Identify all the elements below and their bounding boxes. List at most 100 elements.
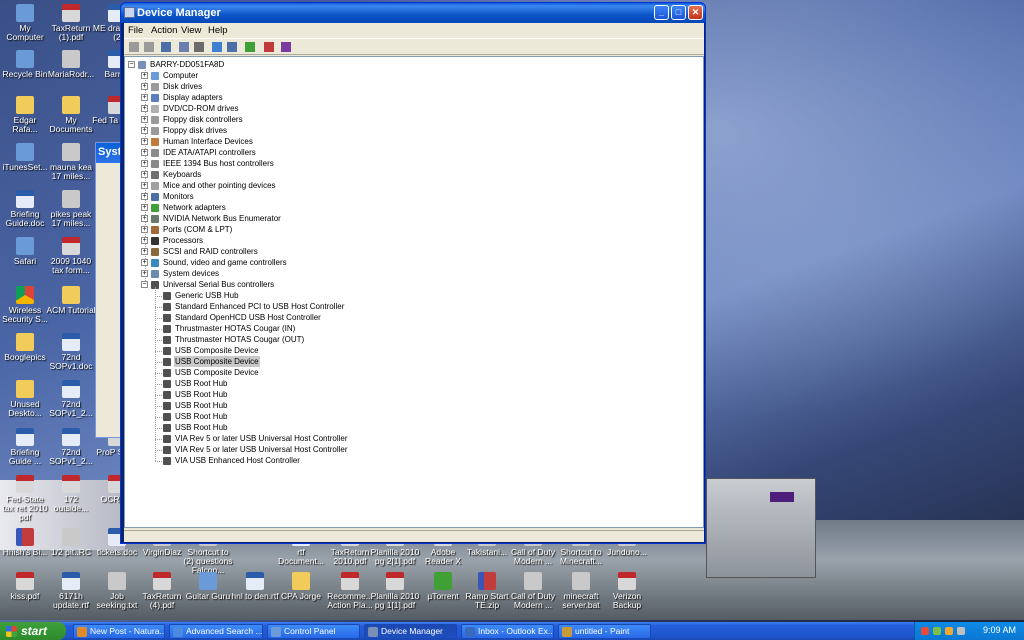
expand-toggle[interactable]: + bbox=[141, 182, 148, 189]
desktop-icon[interactable]: Briefing Guide ... bbox=[0, 428, 50, 466]
uninstall-icon[interactable] bbox=[264, 42, 274, 52]
scan-icon[interactable] bbox=[227, 42, 237, 52]
tray-security-icon[interactable] bbox=[921, 627, 929, 635]
menu-file[interactable]: File bbox=[128, 25, 143, 36]
desktop-icon[interactable]: kiss.pdf bbox=[0, 572, 50, 601]
desktop-icon[interactable]: µTorrent bbox=[418, 572, 468, 601]
desktop-icon[interactable]: Unused Deskto... bbox=[0, 380, 50, 418]
desktop-icon[interactable]: Job seeking.txt bbox=[92, 572, 142, 610]
desktop-icon[interactable]: Guitar Guru bbox=[183, 572, 233, 601]
menu-help[interactable]: Help bbox=[208, 25, 228, 36]
desktop-icon[interactable]: 72nd SOPv1_2... bbox=[46, 380, 96, 418]
desktop-icon[interactable]: TaxReturn (4).pdf bbox=[137, 572, 187, 610]
disable-icon[interactable] bbox=[281, 42, 291, 52]
desktop-icon[interactable]: My Documents bbox=[46, 96, 96, 134]
desktop-icon[interactable]: minecraft server.bat bbox=[556, 572, 606, 610]
minimize-button[interactable]: _ bbox=[654, 5, 669, 20]
desktop-icon[interactable]: 6171h update.rtf bbox=[46, 572, 96, 610]
desktop-icon[interactable]: Ramp Start TE.zip bbox=[462, 572, 512, 610]
desktop-icon[interactable]: pikes peak 17 miles... bbox=[46, 190, 96, 228]
desktop-icon[interactable]: CPA Jorge bbox=[276, 572, 326, 601]
properties-icon[interactable] bbox=[179, 42, 189, 52]
tray-volume-icon[interactable] bbox=[957, 627, 965, 635]
expand-toggle[interactable]: + bbox=[141, 226, 148, 233]
clock[interactable]: 9:09 AM bbox=[983, 625, 1016, 635]
desktop-icon[interactable]: Hhish's Bi... bbox=[0, 528, 50, 557]
desktop-icon[interactable]: Planilla 2010 pg 1[1].pdf bbox=[370, 572, 420, 610]
expand-toggle[interactable]: + bbox=[141, 270, 148, 277]
file-icon bbox=[16, 50, 34, 68]
desktop-icon-label: tickets.doc bbox=[96, 547, 138, 557]
forward-icon[interactable] bbox=[144, 42, 154, 52]
expand-toggle[interactable]: + bbox=[141, 237, 148, 244]
usb-device-label: VIA Rev 5 or later USB Universal Host Co… bbox=[175, 445, 348, 454]
desktop-icon[interactable]: Recycle Bin bbox=[0, 50, 50, 79]
file-icon bbox=[62, 528, 80, 546]
desktop-icon[interactable]: Call of Duty Modern ... bbox=[508, 572, 558, 610]
expand-toggle[interactable]: + bbox=[141, 193, 148, 200]
print-icon[interactable] bbox=[194, 42, 204, 52]
desktop-icon[interactable]: Briefing Guide.doc bbox=[0, 190, 50, 228]
expand-toggle[interactable]: + bbox=[141, 149, 148, 156]
maximize-button[interactable]: □ bbox=[671, 5, 686, 20]
device-manager-window[interactable]: Device Manager _ □ ✕ File Action View He… bbox=[120, 2, 706, 544]
title-bar[interactable]: Device Manager _ □ ✕ bbox=[121, 3, 705, 23]
desktop-icon[interactable]: 2009 1040 tax form... bbox=[46, 237, 96, 275]
menu-action[interactable]: Action bbox=[151, 25, 177, 36]
desktop-icon[interactable]: Verizon Backup bbox=[602, 572, 652, 610]
device-tree[interactable]: − BARRY-DD051FA8D + Computer + Disk drives + Di… bbox=[124, 56, 704, 528]
desktop-icon[interactable]: Safari bbox=[0, 237, 50, 266]
help-icon[interactable] bbox=[212, 42, 222, 52]
expand-toggle[interactable]: + bbox=[141, 127, 148, 134]
expand-toggle[interactable]: + bbox=[141, 171, 148, 178]
menu-view[interactable]: View bbox=[181, 25, 201, 36]
taskbar-button[interactable]: Inbox - Outlook Ex... bbox=[461, 624, 554, 639]
expand-toggle[interactable]: + bbox=[141, 83, 148, 90]
update-driver-icon[interactable] bbox=[245, 42, 255, 52]
expand-toggle[interactable]: + bbox=[141, 160, 148, 167]
desktop-icon[interactable]: My Computer bbox=[0, 4, 50, 42]
expand-toggle[interactable]: + bbox=[141, 105, 148, 112]
desktop-icon[interactable]: 72nd SOPv1.doc bbox=[46, 333, 96, 371]
desktop-icon[interactable]: Booglepics bbox=[0, 333, 50, 362]
root-collapse-toggle[interactable]: − bbox=[128, 61, 135, 68]
desktop-icon[interactable]: TaxReturn (1).pdf bbox=[46, 4, 96, 42]
expand-toggle[interactable]: + bbox=[141, 116, 148, 123]
taskbar-button[interactable]: Device Manager bbox=[364, 624, 457, 639]
start-button[interactable]: start bbox=[0, 622, 66, 640]
desktop-icon[interactable]: hnl to den.rtf bbox=[230, 572, 280, 601]
desktop-icon[interactable]: MariaRodr... bbox=[46, 50, 96, 79]
taskbar-button[interactable]: Advanced Search ... bbox=[169, 624, 263, 639]
expand-toggle[interactable]: + bbox=[141, 138, 148, 145]
desktop-icon[interactable]: Wireless Security S... bbox=[0, 286, 50, 324]
close-button[interactable]: ✕ bbox=[688, 5, 703, 20]
expand-toggle[interactable]: − bbox=[141, 281, 148, 288]
desktop-icon[interactable]: Recomme... Action Pla... bbox=[325, 572, 375, 610]
hid-icon bbox=[151, 138, 159, 146]
expand-toggle[interactable]: + bbox=[141, 259, 148, 266]
taskbar-button[interactable]: New Post - Natura... bbox=[73, 624, 165, 639]
desktop-icon[interactable]: Edgar Rafa... bbox=[0, 96, 50, 134]
expand-toggle[interactable]: + bbox=[141, 204, 148, 211]
desktop-icon[interactable]: 1/2 pit..RC bbox=[46, 528, 96, 557]
taskbar-button[interactable]: Control Panel bbox=[267, 624, 360, 639]
status-bar bbox=[124, 530, 704, 542]
taskbar-button[interactable]: untitled - Paint bbox=[558, 624, 651, 639]
back-icon[interactable] bbox=[129, 42, 139, 52]
desktop-icon[interactable]: 72nd SOPv1_2... bbox=[46, 428, 96, 466]
expand-toggle[interactable]: + bbox=[141, 72, 148, 79]
view-icon[interactable] bbox=[161, 42, 171, 52]
expand-toggle[interactable]: + bbox=[141, 248, 148, 255]
desktop-icon[interactable]: iTunesSet... bbox=[0, 143, 50, 172]
device-category-label: Sound, video and game controllers bbox=[163, 258, 287, 267]
tray-update-icon[interactable] bbox=[945, 627, 953, 635]
device-category-label: Monitors bbox=[163, 192, 194, 201]
expand-toggle[interactable]: + bbox=[141, 94, 148, 101]
desktop-icon[interactable]: ACM Tutorial bbox=[46, 286, 96, 315]
desktop-icon[interactable]: 172 outside... bbox=[46, 475, 96, 513]
mouse-icon bbox=[151, 182, 159, 190]
tray-network-icon[interactable] bbox=[933, 627, 941, 635]
desktop-icon[interactable]: Fed-State tax ret 2010 pdf bbox=[0, 475, 50, 522]
desktop-icon[interactable]: mauna kea 17 miles... bbox=[46, 143, 96, 181]
expand-toggle[interactable]: + bbox=[141, 215, 148, 222]
